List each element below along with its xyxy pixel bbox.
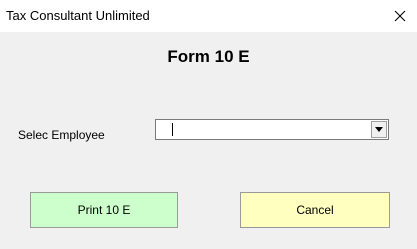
print-button[interactable]: Print 10 E (30, 192, 178, 228)
form-heading: Form 10 E (167, 47, 250, 66)
title-bar: Tax Consultant Unlimited (0, 0, 417, 32)
employee-label: Selec Employee (18, 128, 105, 142)
employee-input[interactable] (158, 121, 368, 138)
close-icon (394, 10, 406, 22)
employee-combobox[interactable] (155, 119, 389, 140)
window-title: Tax Consultant Unlimited (6, 8, 150, 23)
cancel-button[interactable]: Cancel (240, 192, 390, 228)
text-caret (172, 123, 173, 136)
close-button[interactable] (383, 0, 417, 32)
chevron-down-icon (375, 127, 383, 132)
dialog-body: Form 10 E Selec Employee Print 10 E Canc… (0, 32, 417, 249)
dropdown-button[interactable] (371, 121, 387, 138)
